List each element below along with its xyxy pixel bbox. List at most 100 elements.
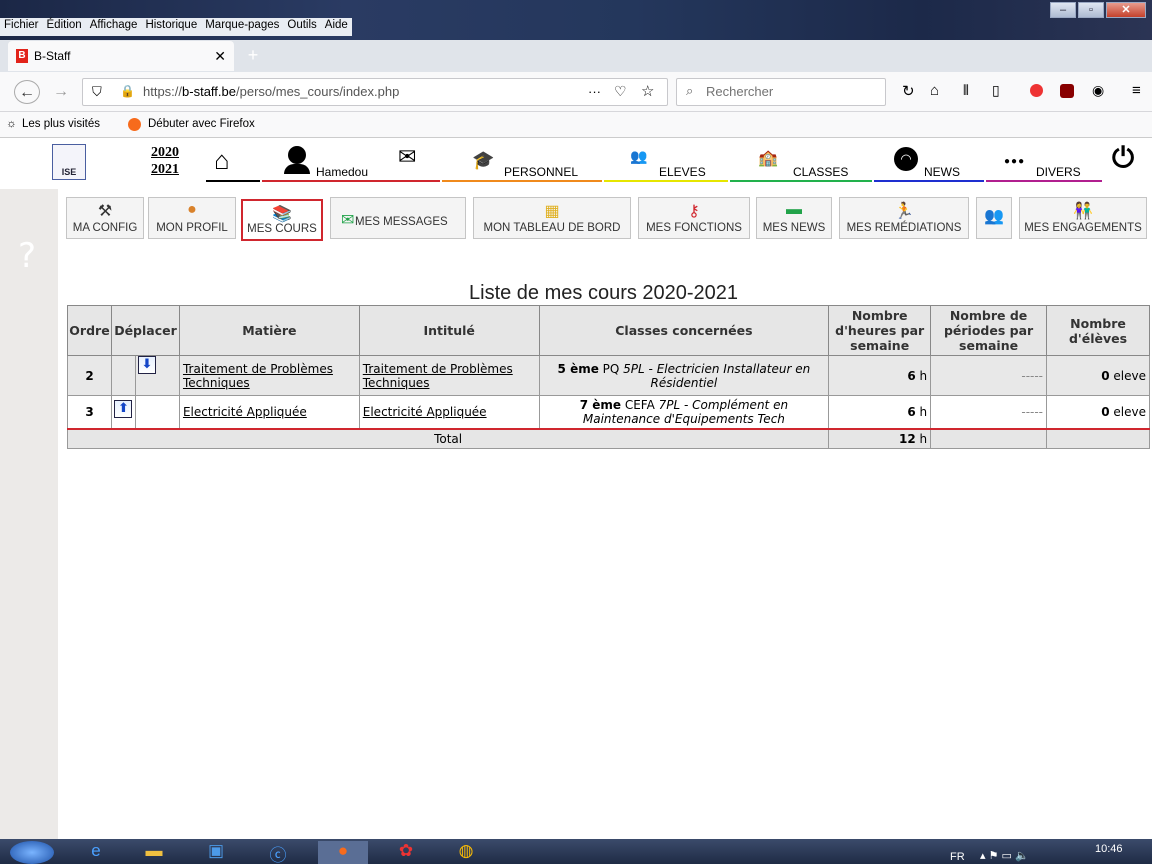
class-name: 5PL - Electricien Installateur en Réside… [623, 361, 811, 390]
underline-eleves [604, 180, 728, 182]
tools-icon: ⚒ [97, 203, 113, 220]
subtab-mes-news[interactable]: ▬ MES NEWS [756, 197, 832, 239]
chrome-icon[interactable]: ◍ [450, 841, 482, 864]
subtab-mon-profil[interactable]: ● MON PROFIL [148, 197, 236, 239]
library-icon[interactable]: ⫴ [963, 82, 969, 99]
matiere-link[interactable]: Traitement de Problèmes Techniques [183, 362, 333, 390]
reload-icon[interactable]: ↻ [902, 82, 915, 100]
cell-intitule: Traitement de Problèmes Techniques [358, 355, 540, 396]
graduation-cap-icon: 🎓 [472, 150, 495, 170]
cell-periodes: ----- [930, 355, 1048, 396]
cell-classes: 5 ème PQ 5PL - Electricien Installateur … [538, 355, 830, 396]
menu-marque-pages[interactable]: Marque-pages [201, 18, 283, 36]
clock[interactable]: 10:46 [1095, 843, 1123, 855]
user-name[interactable]: Hamedou [316, 165, 368, 179]
class-type: CEFA [621, 398, 659, 412]
cell-heures: 6 h [828, 355, 932, 396]
subtab-group[interactable]: 👥 [976, 197, 1012, 239]
menu-historique[interactable]: Historique [141, 18, 201, 36]
menu-fichier[interactable]: Fichier [0, 18, 43, 36]
app-c-icon[interactable]: ⓒ [262, 841, 294, 864]
pocket-icon[interactable]: ♡ [614, 83, 627, 100]
subtab-label: MES NEWS [762, 222, 826, 234]
subtab-label: MES FONCTIONS [646, 222, 742, 234]
help-button[interactable]: ? [18, 236, 36, 276]
back-button[interactable]: ← [14, 80, 40, 104]
nav-news[interactable]: NEWS [924, 165, 960, 179]
intitule-link[interactable]: Electricité Appliquée [363, 405, 487, 419]
hamburger-menu-icon[interactable]: ≡ [1132, 82, 1141, 99]
maximize-button[interactable]: ▫ [1078, 2, 1104, 18]
cell-ordre: 3 [67, 395, 112, 430]
home-icon[interactable]: ⌂ [214, 145, 230, 176]
table-row: 3 ⬆ Electricité Appliquée Electricité Ap… [67, 395, 1150, 430]
page-actions-icon[interactable]: ··· [588, 84, 601, 99]
subtab-ma-config[interactable]: ⚒ MA CONFIG [66, 197, 144, 239]
subtab-mes-messages[interactable]: ✉ MES MESSAGES [330, 197, 466, 239]
hours-value: 6 [907, 405, 916, 419]
browser-tab[interactable]: B B-Staff ✕ [8, 41, 234, 71]
header-ordre: Ordre [67, 305, 112, 356]
intitule-link[interactable]: Traitement de Problèmes Techniques [363, 362, 513, 390]
books-icon: 📚 [272, 206, 292, 223]
power-icon[interactable]: ⏻ [1112, 142, 1134, 175]
account-icon[interactable]: ◉ [1092, 82, 1104, 99]
nav-personnel[interactable]: PERSONNEL [504, 165, 578, 179]
school-logo[interactable]: ISE [52, 144, 86, 180]
star-icon[interactable]: ☆ [641, 82, 654, 100]
nav-classes[interactable]: CLASSES [793, 165, 848, 179]
language-indicator[interactable]: FR [950, 851, 965, 863]
cell-intitule: Electricité Appliquée [358, 395, 540, 430]
url-text[interactable]: https://b-staff.be/perso/mes_cours/index… [143, 84, 399, 99]
menu-edition[interactable]: Édition [43, 18, 86, 36]
subtab-mes-cours[interactable]: 📚 MES COURS [241, 199, 323, 241]
subtab-mes-fonctions[interactable]: ⚷ MES FONCTIONS [638, 197, 750, 239]
home-icon[interactable]: ⌂ [930, 82, 939, 99]
ie-icon[interactable]: e [80, 841, 112, 864]
group-icon: 👥 [984, 208, 1004, 225]
search-placeholder: Rechercher [706, 84, 774, 99]
addon-stop-icon[interactable] [1030, 84, 1043, 97]
underline-divers [986, 180, 1102, 182]
menu-aide[interactable]: Aide [321, 18, 352, 36]
lock-icon: 🔒 [120, 84, 135, 98]
media-icon[interactable]: ▣ [200, 841, 232, 864]
nav-divers[interactable]: DIVERS [1036, 165, 1081, 179]
bookmark-most-visited[interactable]: Les plus visités [22, 118, 100, 130]
minimize-button[interactable]: – [1050, 2, 1076, 18]
forward-button[interactable]: → [48, 80, 74, 104]
tray-icons[interactable]: ▴ ⚑ ▭ 🔈 [980, 849, 1029, 862]
year-top[interactable]: 2020 [151, 145, 179, 161]
hours-unit: h [915, 405, 928, 419]
user-body-icon [284, 164, 310, 174]
subtab-label: MES COURS [247, 223, 317, 235]
app-red-icon[interactable]: ✿ [390, 841, 422, 864]
folder-icon[interactable]: ▬ [138, 841, 170, 864]
sidebar-icon[interactable]: ▯ [992, 82, 1000, 99]
firefox-taskbar-icon[interactable]: ● [318, 841, 368, 864]
user-icon [288, 146, 306, 164]
year-bottom[interactable]: 2021 [151, 162, 179, 178]
start-button[interactable] [10, 841, 54, 864]
new-tab-button[interactable]: + [242, 44, 264, 66]
envelope-icon[interactable]: ✉ [398, 144, 416, 170]
close-window-button[interactable]: ✕ [1106, 2, 1146, 18]
nav-eleves[interactable]: ELEVES [659, 165, 706, 179]
total-row: Total 12 h [66, 428, 1150, 449]
subtab-mes-engagements[interactable]: 👫 MES ENGAGEMENTS [1019, 197, 1147, 239]
underline-personnel [442, 180, 602, 182]
move-down-button[interactable]: ⬇ [137, 356, 156, 374]
move-up-button[interactable]: ⬆ [114, 400, 133, 418]
subtab-tableau-de-bord[interactable]: ▦ MON TABLEAU DE BORD [473, 197, 631, 239]
underline-classes [730, 180, 872, 182]
menu-outils[interactable]: Outils [283, 18, 320, 36]
subtab-mes-remediations[interactable]: 🏃 MES REMÉDIATIONS [839, 197, 969, 239]
bookmark-firefox[interactable]: Débuter avec Firefox [148, 118, 255, 130]
ublock-icon[interactable] [1060, 84, 1074, 98]
cell-eleves: 0 eleve [1046, 355, 1150, 396]
menu-affichage[interactable]: Affichage [86, 18, 142, 36]
shield-icon[interactable]: ⛉ [92, 84, 102, 100]
total-eleves [1046, 428, 1150, 449]
close-tab-icon[interactable]: ✕ [214, 48, 226, 65]
matiere-link[interactable]: Electricité Appliquée [183, 405, 307, 419]
